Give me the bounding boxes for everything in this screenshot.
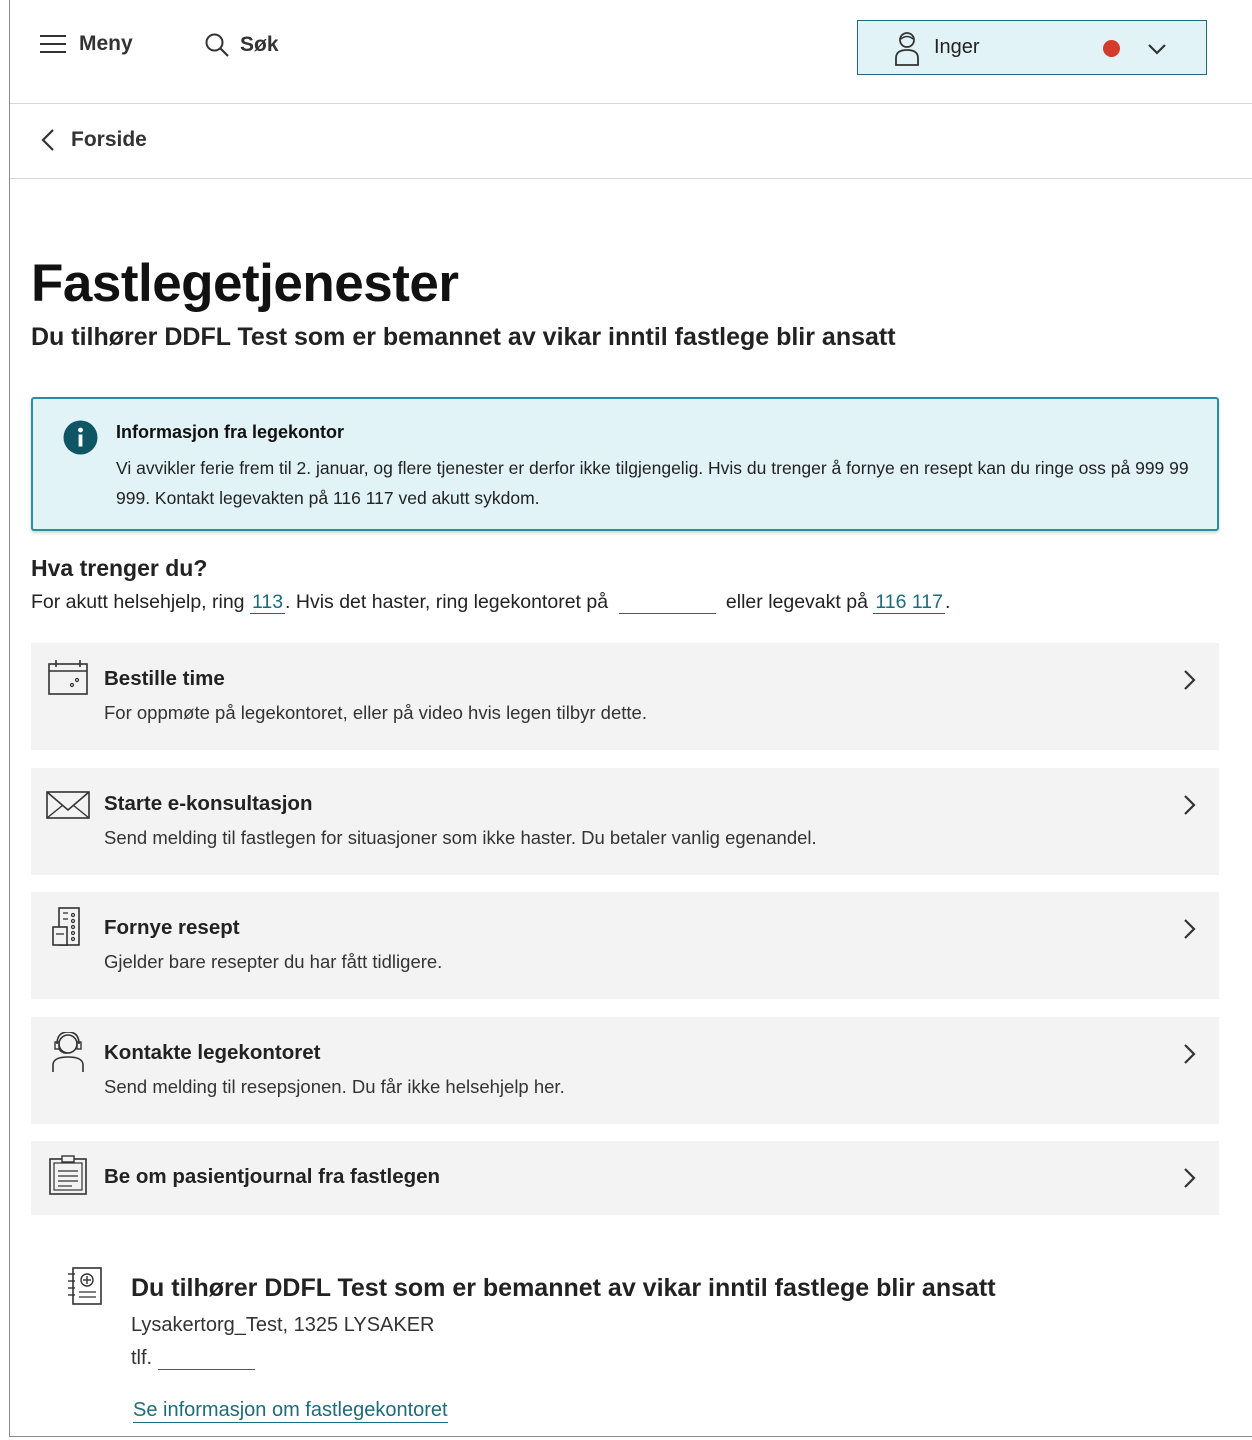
office-phone-blank (158, 1348, 256, 1370)
chevron-down-icon (1148, 44, 1166, 55)
info-box: Informasjon fra legekontor Vi avvikler f… (31, 397, 1219, 531)
chevron-right-icon (1184, 1168, 1196, 1188)
info-title: Informasjon fra legekontor (116, 422, 345, 442)
office-address: Lysakertorg_Test, 1325 LYSAKER (131, 1314, 435, 1336)
page-frame: Meny Søk Inger Forside Fastlegetjenester… (9, 0, 1252, 1437)
service-card-fornye-resept[interactable]: Fornye resept Gjelder bare resepter du h… (31, 892, 1219, 999)
service-title: Kontakte legekontoret (104, 1041, 321, 1064)
chevron-right-icon (1184, 919, 1196, 939)
emergency-middle: . Hvis det haster, ring legekontoret på (285, 591, 609, 613)
service-description: Send melding til resepsjonen. Du får ikk… (104, 1076, 565, 1097)
service-card-pasientjournal[interactable]: Be om pasientjournal fra fastlegen (31, 1141, 1219, 1215)
service-title: Starte e-konsultasjon (104, 792, 313, 815)
menu-button[interactable]: Meny (39, 32, 133, 56)
service-title: Bestille time (104, 667, 225, 690)
user-name: Inger (934, 36, 980, 58)
user-menu-button[interactable]: Inger (857, 20, 1207, 75)
service-card-e-konsultasjon[interactable]: Starte e-konsultasjon Send melding til f… (31, 768, 1219, 875)
legevakt-number-link[interactable]: 116 117 (873, 591, 945, 614)
emergency-middle2: eller legevakt på (725, 591, 868, 613)
service-card-kontakte-legekontoret[interactable]: Kontakte legekontoret Send melding til r… (31, 1017, 1219, 1124)
top-bar: Meny Søk Inger (10, 0, 1252, 104)
page-title: Fastlegetjenester (31, 254, 459, 313)
menu-label: Meny (79, 32, 133, 55)
chevron-left-icon (41, 129, 54, 151)
service-description: Send melding til fastlegen for situasjon… (104, 827, 817, 848)
notification-dot (1103, 40, 1120, 57)
info-icon (63, 420, 98, 455)
back-to-forside-link[interactable]: Forside (41, 128, 147, 152)
chevron-right-icon (1184, 670, 1196, 690)
prescription-icon (52, 907, 80, 946)
section-title: Hva trenger du? (31, 555, 208, 581)
office-title: Du tilhører DDFL Test som er bemannet av… (131, 1274, 996, 1302)
office-phone: tlf. (131, 1347, 256, 1370)
search-button[interactable]: Søk (204, 32, 279, 58)
info-text: Vi avvikler ferie frem til 2. januar, og… (116, 458, 1189, 508)
emergency-prefix: For akutt helsehjelp, ring (31, 591, 245, 613)
chevron-right-icon (1184, 795, 1196, 815)
hamburger-icon (40, 35, 66, 53)
service-description: For oppmøte på legekontoret, eller på vi… (104, 702, 647, 723)
search-icon (205, 33, 229, 57)
office-info-link[interactable]: Se informasjon om fastlegekontoret (133, 1399, 448, 1423)
headset-icon (52, 1032, 84, 1072)
service-title: Fornye resept (104, 916, 240, 939)
service-card-bestille-time[interactable]: Bestille time For oppmøte på legekontore… (31, 643, 1219, 750)
service-title: Be om pasientjournal fra fastlegen (104, 1165, 441, 1188)
service-description: Gjelder bare resepter du har fått tidlig… (104, 951, 443, 972)
breadcrumb: Forside (10, 104, 1252, 179)
doctor-office-icon (68, 1267, 102, 1305)
user-icon (895, 31, 919, 66)
envelope-icon (46, 791, 90, 819)
office-phone-label: tlf. (131, 1347, 153, 1369)
emergency-number-link[interactable]: 113 (249, 591, 286, 614)
calendar-icon (48, 660, 88, 695)
clipboard-icon (49, 1155, 87, 1195)
search-label: Søk (240, 33, 279, 56)
emergency-info: For akutt helsehjelp, ring 113. Hvis det… (31, 591, 950, 614)
breadcrumb-label: Forside (71, 128, 147, 151)
office-phone-blank (618, 594, 716, 614)
page-subtitle: Du tilhører DDFL Test som er bemannet av… (31, 323, 896, 351)
chevron-right-icon (1184, 1044, 1196, 1064)
emergency-suffix: . (944, 591, 951, 613)
